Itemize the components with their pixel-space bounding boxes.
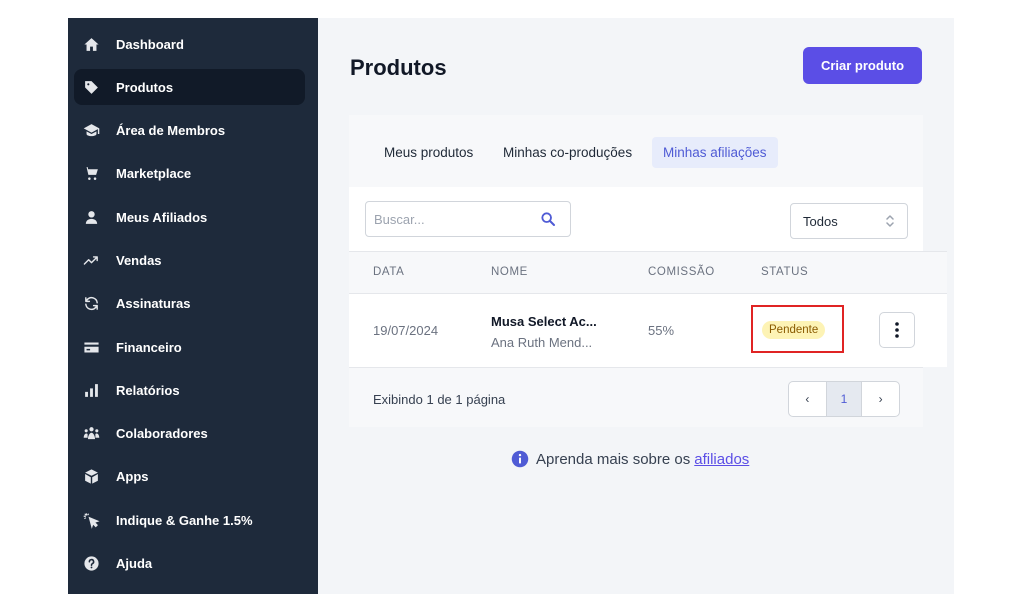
row-actions-button[interactable] — [879, 312, 915, 348]
sidebar-item-label: Marketplace — [116, 166, 192, 182]
credit-card-icon — [82, 338, 100, 356]
status-select[interactable]: Todos — [790, 203, 908, 239]
sidebar-item-marketplace[interactable]: Marketplace — [74, 156, 305, 192]
sidebar-item-label: Apps — [116, 469, 149, 485]
affiliates-link[interactable]: afiliados — [694, 451, 749, 468]
sidebar-item-ajuda[interactable]: Ajuda — [74, 546, 305, 582]
row-date: 19/07/2024 — [373, 323, 439, 338]
search-box — [365, 201, 571, 237]
bar-chart-icon — [82, 381, 100, 399]
learn-more-text: Aprenda mais sobre os — [536, 450, 691, 468]
sidebar-item-colaboradores[interactable]: Colaboradores — [74, 416, 305, 452]
column-header-status: STATUS — [761, 266, 809, 278]
search-input[interactable] — [374, 202, 534, 236]
sidebar-item-financeiro[interactable]: Financeiro — [74, 329, 305, 365]
sidebar-item-dashboard[interactable]: Dashboard — [74, 26, 305, 62]
sidebar-item-produtos[interactable]: Produtos — [74, 69, 305, 106]
sidebar-item-indique-ganhe[interactable]: Indique & Ganhe 1.5% — [74, 502, 305, 538]
sidebar-item-label: Relatórios — [116, 382, 180, 398]
page-title: Produtos — [350, 55, 447, 80]
chevron-up-down-icon — [886, 215, 894, 227]
trend-up-icon — [82, 251, 100, 269]
sidebar-item-label: Colaboradores — [116, 426, 208, 442]
status-badge: Pendente — [762, 321, 826, 339]
kebab-menu-icon — [895, 322, 899, 338]
sidebar: Dashboard Produtos Área de Membros Marke… — [68, 18, 318, 594]
cart-icon — [82, 165, 100, 183]
home-icon — [82, 35, 100, 53]
pointer-click-icon — [82, 511, 100, 529]
tab-minhas-coproducoes[interactable]: Minhas co-produções — [492, 137, 643, 168]
sidebar-item-relatorios[interactable]: Relatórios — [74, 372, 305, 408]
row-product-name[interactable]: Musa Select Ac... — [491, 314, 597, 329]
sidebar-item-assinaturas[interactable]: Assinaturas — [74, 286, 305, 322]
search-icon[interactable] — [540, 211, 556, 227]
products-card: Meus produtos Minhas co-produções Minhas… — [349, 115, 947, 427]
column-header-data: DATA — [373, 266, 405, 278]
users-icon — [82, 425, 100, 443]
sidebar-item-label: Ajuda — [116, 556, 153, 572]
refresh-icon — [82, 295, 100, 313]
create-product-button[interactable]: Criar produto — [803, 47, 922, 84]
pagination-info: Exibindo 1 de 1 página — [373, 392, 506, 407]
tag-icon — [82, 78, 100, 96]
info-icon — [511, 450, 529, 468]
sidebar-item-label: Assinaturas — [116, 296, 191, 312]
sidebar-item-label: Indique & Ganhe 1.5% — [116, 512, 253, 528]
column-header-nome: NOME — [491, 266, 528, 278]
sidebar-item-label: Área de Membros — [116, 123, 226, 139]
box-icon — [82, 468, 100, 486]
app-window: Dashboard Produtos Área de Membros Marke… — [68, 18, 954, 594]
sidebar-item-meus-afiliados[interactable]: Meus Afiliados — [74, 199, 305, 235]
pagination-prev-button[interactable]: ‹ — [789, 382, 826, 416]
graduation-cap-icon — [82, 122, 100, 140]
sidebar-item-area-de-membros[interactable]: Área de Membros — [74, 113, 305, 149]
sidebar-item-label: Vendas — [116, 252, 162, 268]
table-row[interactable]: 19/07/2024 Musa Select Ac... Ana Ruth Me… — [349, 293, 947, 367]
status-select-value: Todos — [803, 214, 838, 229]
sidebar-item-apps[interactable]: Apps — [74, 459, 305, 495]
pagination-next-button[interactable]: › — [862, 382, 899, 416]
learn-more: Aprenda mais sobre os afiliados — [511, 450, 749, 468]
help-icon — [82, 555, 100, 573]
row-commission: 55% — [648, 323, 675, 338]
tab-meus-produtos[interactable]: Meus produtos — [373, 137, 484, 168]
sidebar-item-vendas[interactable]: Vendas — [74, 242, 305, 278]
row-product-owner: Ana Ruth Mend... — [491, 335, 593, 350]
filter-bar: Todos — [349, 187, 923, 251]
pagination: ‹ 1 › — [788, 381, 900, 417]
tab-minhas-afiliacoes[interactable]: Minhas afiliações — [652, 137, 778, 168]
sidebar-item-label: Produtos — [116, 79, 174, 95]
sidebar-item-label: Financeiro — [116, 339, 182, 355]
main-content: Produtos Criar produto Meus produtos Min… — [318, 18, 954, 594]
tabs-bar: Meus produtos Minhas co-produções Minhas… — [349, 115, 923, 187]
pagination-page-button[interactable]: 1 — [825, 382, 863, 416]
user-icon — [82, 208, 100, 226]
sidebar-item-label: Dashboard — [116, 36, 184, 52]
table-footer: Exibindo 1 de 1 página ‹ 1 › — [349, 367, 923, 427]
column-header-comissao: COMISSÃO — [648, 266, 715, 278]
table-header: DATA NOME COMISSÃO STATUS — [349, 251, 947, 293]
sidebar-item-label: Meus Afiliados — [116, 209, 208, 225]
